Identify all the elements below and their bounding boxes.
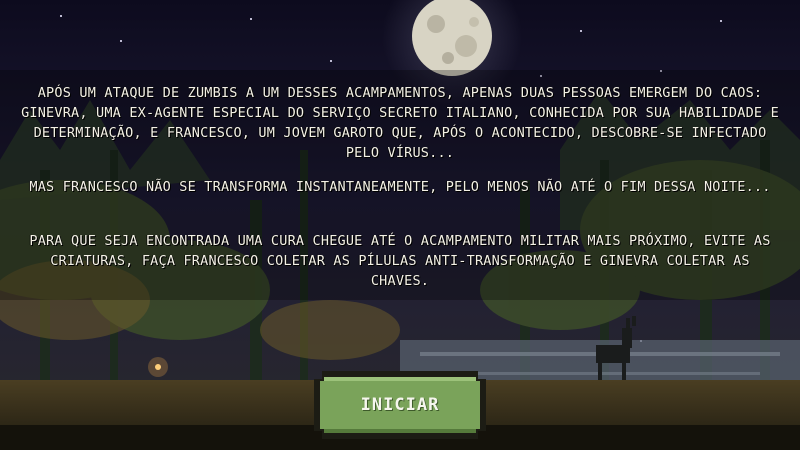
story-paragraph-intro: Após um ataque de zumbis a um desses aca…	[21, 85, 779, 161]
start-button-label: INICIAR	[360, 395, 440, 415]
start-button-face[interactable]: INICIAR	[320, 377, 480, 433]
start-button[interactable]: INICIAR	[314, 371, 486, 439]
story-paragraph-objective: Para que seja encontrada uma cura chegue…	[29, 233, 771, 289]
game-screen: Após um ataque de zumbis a um desses aca…	[0, 0, 800, 450]
story-paragraph-infection: Mas Francesco não se transforma instanta…	[29, 179, 771, 195]
